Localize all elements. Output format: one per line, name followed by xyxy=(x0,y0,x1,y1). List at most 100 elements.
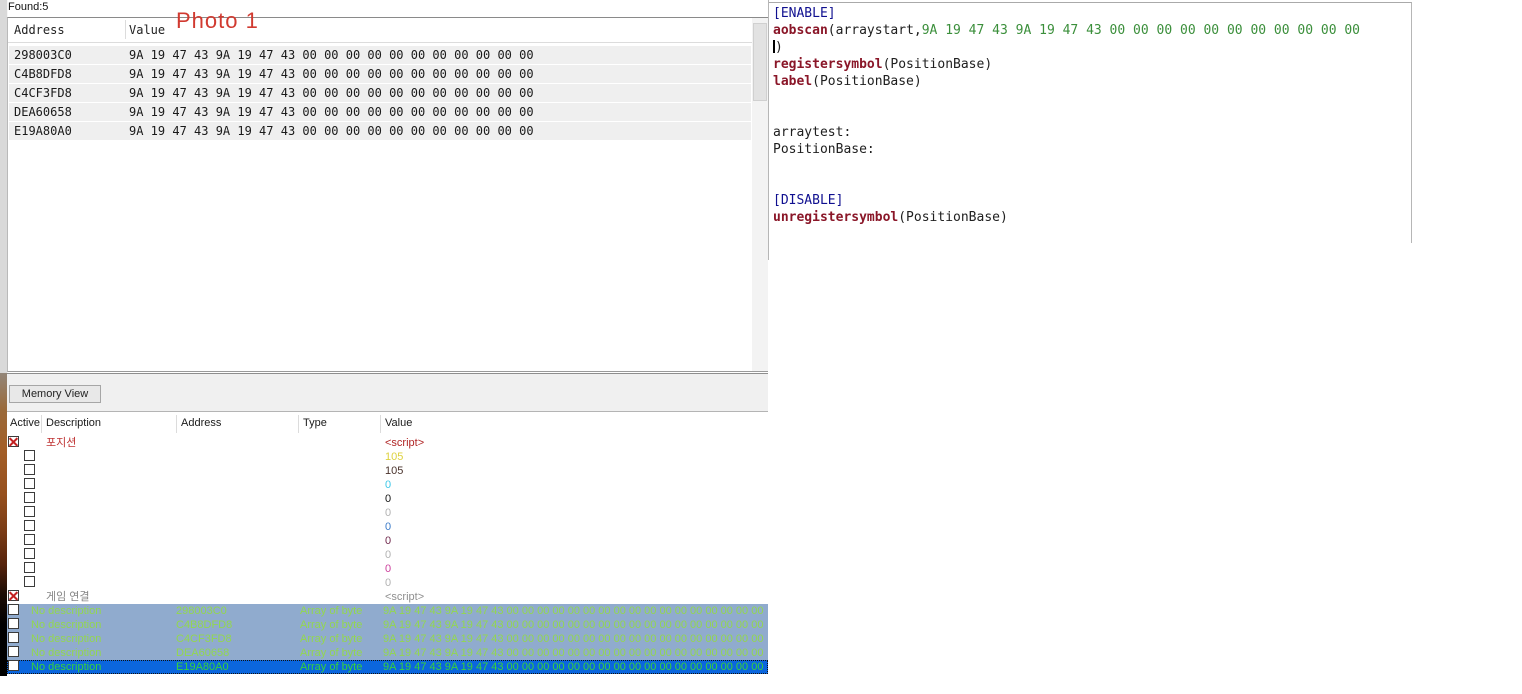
active-checkbox[interactable] xyxy=(8,436,19,447)
cheat-row[interactable]: 0 xyxy=(7,506,768,520)
cheat-row-aob[interactable]: No descriptionC4B8DFD8Array of byte9A 19… xyxy=(7,618,768,632)
column-header-address[interactable]: Address xyxy=(181,417,221,429)
active-checkbox[interactable] xyxy=(8,632,19,643)
active-checkbox[interactable] xyxy=(24,534,35,545)
cheat-row-aob[interactable]: No descriptionC4CF3FD8Array of byte9A 19… xyxy=(7,632,768,646)
script-line xyxy=(773,175,1411,192)
result-value: 9A 19 47 43 9A 19 47 43 00 00 00 00 00 0… xyxy=(129,65,534,83)
column-header-value[interactable]: Value xyxy=(129,23,165,37)
cheat-row[interactable]: 0 xyxy=(7,548,768,562)
cheat-row-aob[interactable]: No descriptionDEA60658Array of byte9A 19… xyxy=(7,646,768,660)
active-checkbox[interactable] xyxy=(8,646,19,657)
cheat-row[interactable]: 0 xyxy=(7,534,768,548)
row-description: 게임 연결 xyxy=(46,590,90,604)
result-address: E19A80A0 xyxy=(14,122,72,140)
cheat-row[interactable]: 0 xyxy=(7,562,768,576)
result-address: C4B8DFD8 xyxy=(14,65,72,83)
column-header-description[interactable]: Description xyxy=(46,417,101,429)
scan-result-row[interactable]: C4B8DFD8 9A 19 47 43 9A 19 47 43 00 00 00… xyxy=(9,65,751,83)
cheat-row[interactable]: 포지션<script> xyxy=(7,436,768,450)
active-checkbox[interactable] xyxy=(24,464,35,475)
script-token-plain: arraytest: xyxy=(773,125,851,140)
row-type: Array of byte xyxy=(300,618,362,632)
cheat-row[interactable]: 105 xyxy=(7,464,768,478)
active-checkbox[interactable] xyxy=(8,604,19,615)
row-description: 포지션 xyxy=(46,436,76,450)
scan-result-row[interactable]: E19A80A09A 19 47 43 9A 19 47 43 00 00 00… xyxy=(9,122,751,140)
active-checkbox[interactable] xyxy=(24,506,35,517)
cheat-row[interactable]: 0 xyxy=(7,492,768,506)
script-token-plain: (arraystart, xyxy=(828,23,922,38)
row-value: 0 xyxy=(385,520,391,534)
active-checkbox[interactable] xyxy=(24,576,35,587)
script-token-plain: (PositionBase) xyxy=(898,210,1008,225)
row-value: 0 xyxy=(385,478,391,492)
script-token-plain: PositionBase: xyxy=(773,142,875,157)
column-header-active[interactable]: Active xyxy=(10,417,40,429)
script-token-section: [DISABLE] xyxy=(773,193,843,208)
scan-result-row[interactable]: 298003C09A 19 47 43 9A 19 47 43 00 00 00… xyxy=(9,46,751,64)
cheat-row[interactable]: 0 xyxy=(7,576,768,590)
cheat-row[interactable]: 105 xyxy=(7,450,768,464)
active-checkbox[interactable] xyxy=(8,660,19,671)
scan-result-row[interactable]: C4CF3FD89A 19 47 43 9A 19 47 43 00 00 00… xyxy=(9,84,751,102)
row-address: C4CF3FD8 xyxy=(176,632,232,646)
cheat-engine-collage: Found:5 Address Value 298003C09A 19 47 4… xyxy=(0,0,1522,694)
cheat-table-rows: 포지션<script>10510500000000게임 연결<script>No… xyxy=(7,436,768,674)
script-line: registersymbol(PositionBase) xyxy=(773,56,1411,73)
row-address: E19A80A0 xyxy=(176,660,229,674)
cheat-table: Active Description Address Type Value 포지… xyxy=(7,413,768,694)
auto-assemble-script-editor[interactable]: [ENABLE]aobscan(arraystart,9A 19 47 43 9… xyxy=(769,2,1412,243)
cheat-row-aob[interactable]: No descriptionE19A80A0Array of byte9A 19… xyxy=(7,660,768,674)
active-checkbox[interactable] xyxy=(24,520,35,531)
memory-view-button[interactable]: Memory View xyxy=(9,385,101,403)
active-checkbox[interactable] xyxy=(24,492,35,503)
column-header-type[interactable]: Type xyxy=(303,417,327,429)
script-line: arraytest: xyxy=(773,124,1411,141)
cheat-row[interactable]: 게임 연결 <script> xyxy=(7,590,768,604)
column-divider xyxy=(298,415,299,433)
script-token-keyword: registersymbol xyxy=(773,57,883,72)
row-value: 9A 19 47 43 9A 19 47 43 00 00 00 00 00 0… xyxy=(383,646,763,660)
script-line xyxy=(773,107,1411,124)
active-checkbox[interactable] xyxy=(8,590,19,601)
script-token-bytes: 9A 19 47 43 9A 19 47 43 00 00 00 00 00 0… xyxy=(922,23,1360,38)
active-checkbox[interactable] xyxy=(24,548,35,559)
row-value: 0 xyxy=(385,576,391,590)
column-divider xyxy=(380,415,381,433)
active-checkbox[interactable] xyxy=(8,618,19,629)
row-value: 9A 19 47 43 9A 19 47 43 00 00 00 00 00 0… xyxy=(383,604,763,618)
cheat-row-aob[interactable]: No description298003C0Array of byte9A 19… xyxy=(7,604,768,618)
active-checkbox[interactable] xyxy=(24,562,35,573)
row-description: No description xyxy=(31,604,101,618)
row-value: 9A 19 47 43 9A 19 47 43 00 00 00 00 00 0… xyxy=(383,632,763,646)
script-line xyxy=(773,90,1411,107)
script-line: ) xyxy=(773,39,1411,56)
results-scrollbar-thumb[interactable] xyxy=(753,23,767,101)
result-address: 298003C0 xyxy=(14,46,72,64)
row-address: 298003C0 xyxy=(176,604,227,618)
scan-results-header: Address Value xyxy=(8,18,768,43)
row-value: 0 xyxy=(385,534,391,548)
row-value: <script> xyxy=(385,590,424,604)
cheat-row[interactable]: 0 xyxy=(7,478,768,492)
row-value: 0 xyxy=(385,506,391,520)
scan-result-row[interactable]: DEA606589A 19 47 43 9A 19 47 43 00 00 00… xyxy=(9,103,751,121)
active-checkbox[interactable] xyxy=(24,478,35,489)
row-value: 0 xyxy=(385,492,391,506)
cheat-row[interactable]: 0 xyxy=(7,520,768,534)
row-value: 0 xyxy=(385,562,391,576)
script-line xyxy=(773,158,1411,175)
column-header-value[interactable]: Value xyxy=(385,417,412,429)
script-token-keyword: unregistersymbol xyxy=(773,210,898,225)
results-scrollbar[interactable] xyxy=(752,18,768,371)
script-line: [DISABLE] xyxy=(773,192,1411,209)
script-line: [ENABLE] xyxy=(773,5,1411,22)
script-token-keyword: label xyxy=(773,74,812,89)
row-type: Array of byte xyxy=(300,660,362,674)
background-window-strip-bottom xyxy=(0,373,7,676)
script-token-plain: ) xyxy=(775,40,783,55)
found-count-label: Found:5 xyxy=(8,1,48,13)
column-header-address[interactable]: Address xyxy=(14,23,65,37)
active-checkbox[interactable] xyxy=(24,450,35,461)
